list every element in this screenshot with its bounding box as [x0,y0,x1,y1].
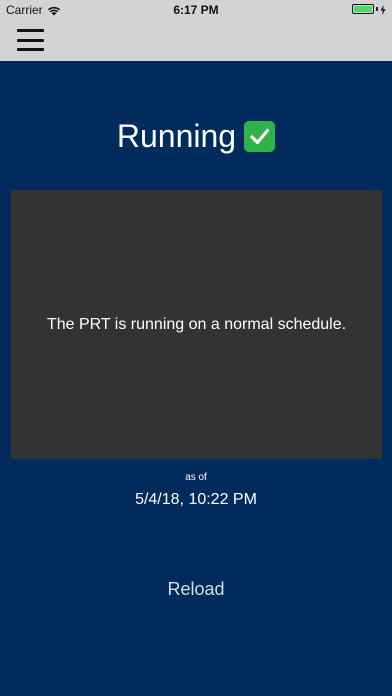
battery-group [352,4,386,15]
hamburger-menu-icon[interactable] [17,29,44,51]
check-mark-icon [244,121,276,152]
battery-icon [352,4,374,14]
status-heading: Running [0,118,392,155]
reload-button[interactable]: Reload [146,576,246,602]
menu-line [17,48,44,51]
nav-bar [0,20,392,61]
clock: 6:17 PM [173,3,219,17]
status-label: Running [116,118,237,154]
top-bar: Carrier 6:17 PM [0,0,392,61]
status-bar: Carrier 6:17 PM [0,0,392,20]
status-message: The PRT is running on a normal schedule. [46,315,347,333]
app-screen: Carrier 6:17 PM Running The PRT is runni… [0,0,392,696]
menu-line [17,29,44,32]
charging-bolt-icon [380,4,386,15]
battery-fill [354,6,372,12]
as-of-label: as of [185,472,207,483]
menu-line [17,38,44,42]
battery-cap [376,7,378,11]
status-message-card: The PRT is running on a normal schedule. [11,190,382,459]
updated-timestamp: 5/4/18, 10:22 PM [135,491,257,508]
